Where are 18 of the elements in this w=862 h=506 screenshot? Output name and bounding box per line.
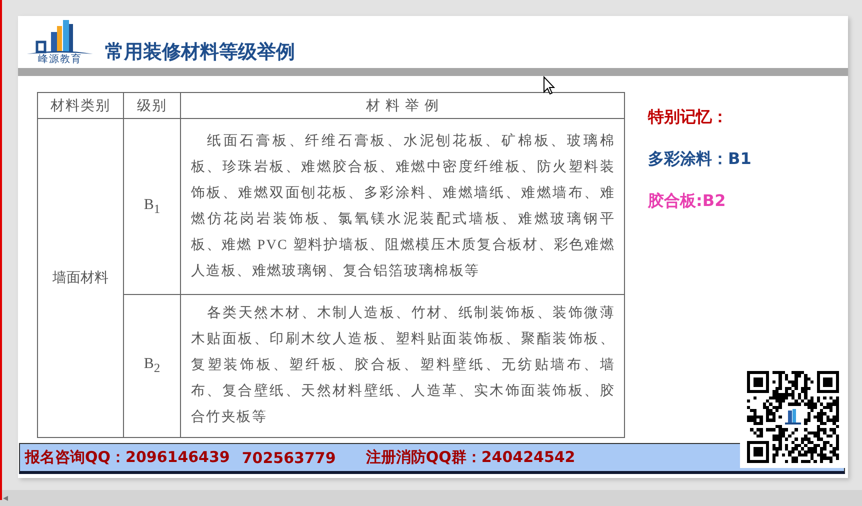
table-cell: B$_{1}$ — [124, 118, 180, 294]
note-text: 特别记忆： — [648, 107, 729, 128]
cursor-icon — [543, 76, 555, 95]
contact-text: 注册消防QQ群：240424542 — [366, 448, 576, 467]
logo-caption: 峰源教育 — [38, 54, 82, 65]
table-cell: 各类天然木材、木制人造板、竹材、纸制装饰板、装饰微薄木贴面板、印刷木纹人造板、塑料贴面装饰板、聚酯装饰板、复塑装饰板、塑纤板、胶合板、塑料壁纸、无纺贴墙布、墙布、复合壁纸、天然材料壁纸、人造革、实木饰面装饰板、胶合竹夹板等 — [180, 294, 624, 438]
note-text: 胶合板:B2 — [648, 191, 727, 212]
column-header: 级别 — [124, 92, 180, 118]
contact-text: 702563779 — [242, 448, 336, 466]
column-header: 材料类别 — [38, 92, 124, 118]
note-text: 多彩涂料：B1 — [648, 149, 752, 170]
scroll-left-arrow[interactable]: ◂ — [3, 492, 8, 504]
table-cell: B$_{2}$ — [124, 294, 180, 438]
column-header: 材 料 举 例 — [180, 92, 624, 118]
table-cell: 墙面材料 — [38, 118, 124, 438]
table-cell: 纸面石膏板、纤维石膏板、水泥刨花板、矿棉板、玻璃棉板、珍珠岩板、难燃胶合板、难燃中密度纤维板、防火塑料装饰板、难燃双面刨花板、多彩涂料、难燃墙纸、难燃墙布、难燃仿花岗岩装饰板、氯氧镁水泥装配式墙板、难燃玻璃钢平板、难燃 PVC 塑料护墙板、阻燃模压木质复合板材、彩色难燃人造板、难燃玻璃钢、复合铝箔玻璃棉板等 — [180, 118, 624, 294]
contact-text: 报名咨询QQ：2096146439 — [25, 448, 230, 467]
slide-title: 常用装修材料等级举例 — [105, 40, 295, 65]
